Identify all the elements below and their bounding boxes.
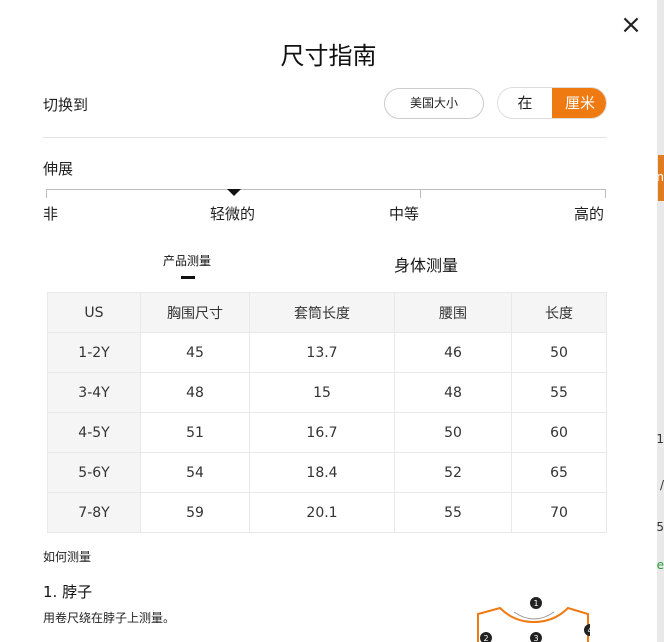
table-cell-size: 4-5Y [47,412,141,453]
table-cell: 59 [140,492,250,533]
svg-text:4: 4 [587,626,590,635]
stretch-tick [605,189,606,198]
background-glyph: 5 [656,520,664,534]
svg-text:3: 3 [533,634,538,642]
table-row: 7-8Y 59 20.1 55 70 [47,492,607,533]
size-guide-modal: × 尺寸指南 切换到 美国大小 在 厘米 伸展 非 轻微的 中等 高的 产品测量… [0,0,657,642]
column-header-chest: 胸围尺寸 [140,292,250,333]
table-cell: 15 [249,372,395,413]
section-divider [43,137,607,138]
tab-product-measurement[interactable]: 产品测量 [163,252,211,269]
background-glyph: / [659,478,664,492]
stretch-level-slight: 轻微的 [210,205,256,223]
tab-body-measurement[interactable]: 身体测量 [394,252,458,276]
table-row: 4-5Y 51 16.7 50 60 [47,412,607,453]
column-header-length: 长度 [511,292,607,333]
table-cell: 46 [394,332,512,373]
table-cell: 48 [140,372,250,413]
stretch-level-medium: 中等 [389,205,420,223]
close-icon[interactable]: × [620,12,642,38]
column-header-sleeve: 套筒长度 [249,292,395,333]
stretch-label: 伸展 [43,160,74,178]
table-cell: 70 [511,492,607,533]
table-cell: 60 [511,412,607,453]
column-header-size: US [47,292,141,333]
unit-inch-option[interactable]: 在 [498,88,552,118]
table-cell: 20.1 [249,492,395,533]
table-cell: 54 [140,452,250,493]
unit-switch-label: 切换到 [43,96,89,114]
table-cell: 65 [511,452,607,493]
size-table: US 胸围尺寸 套筒长度 腰围 长度 1-2Y 45 13.7 46 50 3-… [47,292,607,533]
table-cell-size: 1-2Y [47,332,141,373]
table-cell: 51 [140,412,250,453]
svg-text:1: 1 [533,599,538,608]
active-tab-indicator [181,276,195,279]
background-glyph: n [656,170,664,184]
column-header-waist: 腰围 [394,292,512,333]
table-header-row: US 胸围尺寸 套筒长度 腰围 长度 [47,292,607,333]
neck-step-description: 用卷尺绕在脖子上测量。 [43,611,176,625]
table-cell-size: 5-6Y [47,452,141,493]
table-cell-size: 3-4Y [47,372,141,413]
stretch-tick [46,189,47,198]
table-cell: 52 [394,452,512,493]
table-cell: 50 [394,412,512,453]
unit-cm-option[interactable]: 厘米 [552,88,606,118]
table-cell: 55 [394,492,512,533]
table-cell: 45 [140,332,250,373]
table-row: 5-6Y 54 18.4 52 65 [47,452,607,493]
modal-title: 尺寸指南 [280,42,377,70]
neck-step-title: 1. 脖子 [43,583,93,601]
table-cell-size: 7-8Y [47,492,141,533]
stretch-level-high: 高的 [574,205,605,223]
background-glyph: 1 [656,432,664,446]
region-size-button[interactable]: 美国大小 [384,88,484,119]
stretch-tick [420,189,421,198]
stretch-marker-icon [227,189,241,196]
unit-toggle: 在 厘米 [497,87,607,119]
table-cell: 55 [511,372,607,413]
how-to-measure-label: 如何测量 [43,550,92,564]
table-cell: 50 [511,332,607,373]
table-cell: 48 [394,372,512,413]
table-row: 3-4Y 48 15 48 55 [47,372,607,413]
table-cell: 13.7 [249,332,395,373]
stretch-scale [46,189,606,190]
table-row: 1-2Y 45 13.7 46 50 [47,332,607,373]
garment-illustration: 1 4 2 3 [477,597,590,642]
stretch-level-none: 非 [43,205,59,223]
table-cell: 18.4 [249,452,395,493]
svg-text:2: 2 [483,634,488,642]
background-glyph: e [656,558,664,572]
table-cell: 16.7 [249,412,395,453]
